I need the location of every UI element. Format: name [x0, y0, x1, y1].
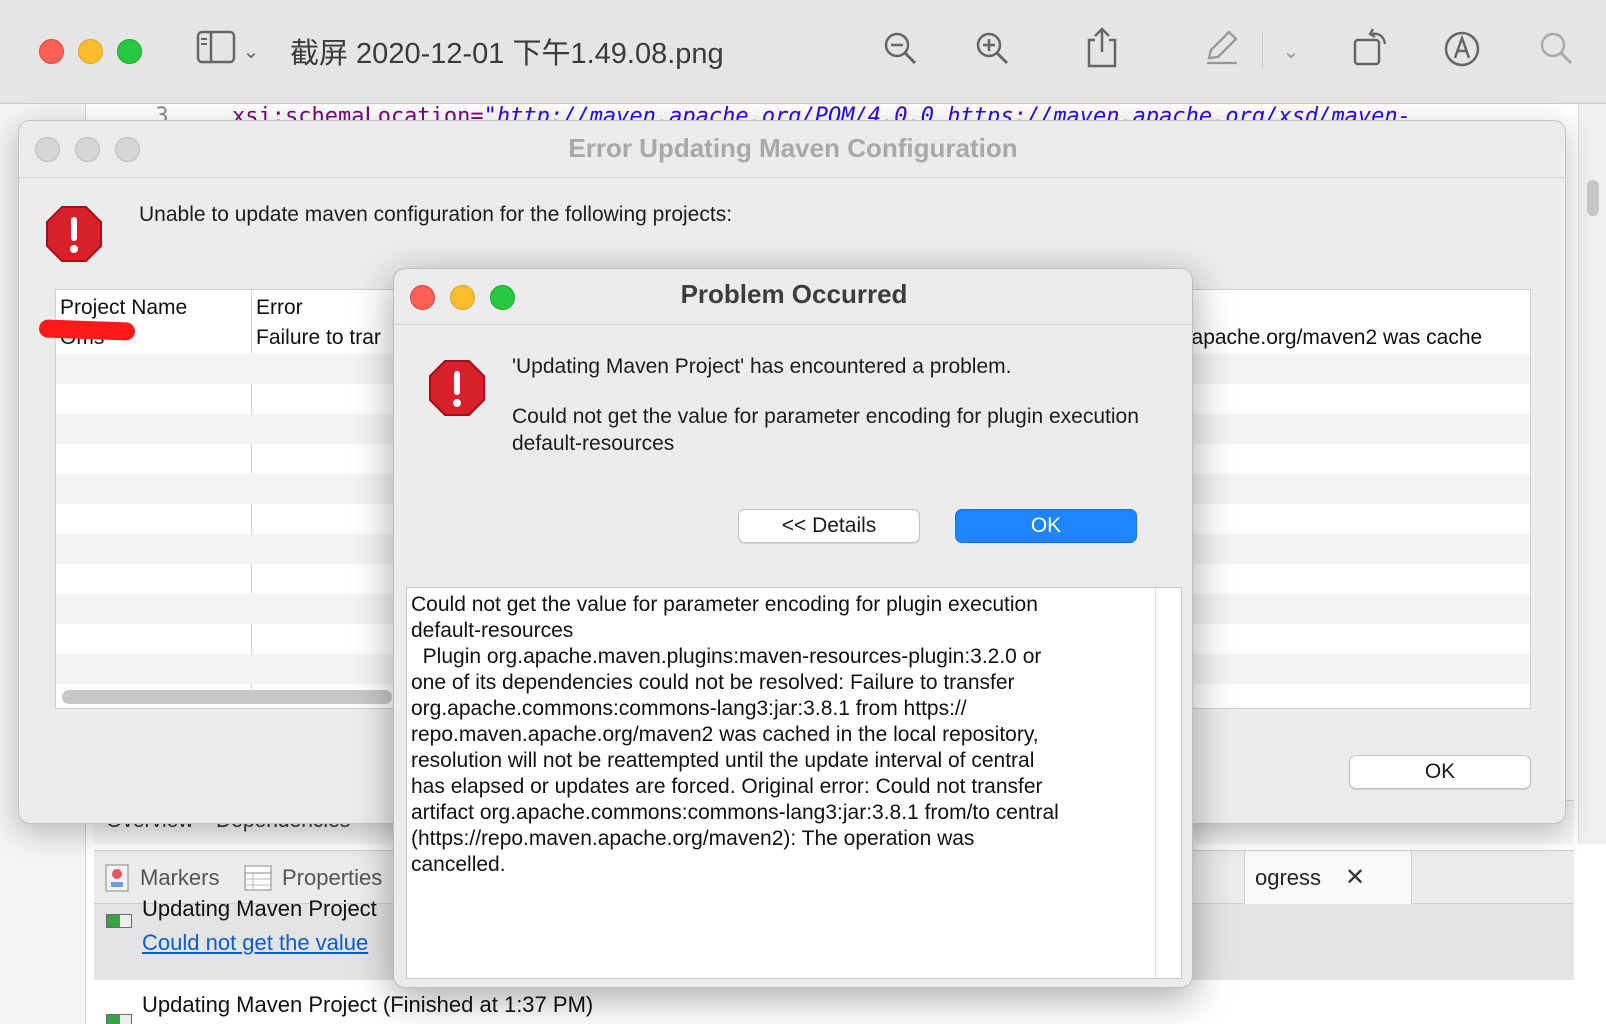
dialog-title: Error Updating Maven Configuration — [568, 133, 1018, 163]
markup-pen-icon[interactable] — [1200, 28, 1244, 72]
tab-markers[interactable]: Markers — [140, 865, 219, 891]
details-scrollbar-track[interactable] — [1155, 588, 1156, 978]
markers-icon — [104, 863, 132, 893]
error-cell: Failure to trar — [256, 326, 381, 349]
redaction-mark — [38, 319, 136, 341]
document-title: 截屏 2020-12-01 下午1.49.08.png — [290, 38, 724, 70]
preview-titlebar: ⌄ 截屏 2020-12-01 下午1.49.08.png ⌄ — [0, 0, 1606, 104]
progress-item-title: Updating Maven Project — [142, 896, 377, 921]
problem-summary: Could not get the value for parameter en… — [512, 405, 1139, 455]
scrollbar-thumb[interactable] — [1587, 180, 1599, 216]
ok-button[interactable]: OK — [955, 509, 1137, 543]
chevron-down-icon[interactable]: ⌄ — [1280, 32, 1302, 76]
progress-item-title: Updating Maven Project (Finished at 1:37… — [142, 992, 594, 1017]
progress-item-link[interactable]: Could not get the value — [142, 930, 368, 956]
tab-properties[interactable]: Properties — [282, 865, 382, 891]
title-separator — [19, 177, 1567, 178]
dialog-title: Problem Occurred — [680, 279, 908, 309]
zoom-out-icon[interactable] — [878, 30, 922, 74]
error-cell-end: n.apache.org/maven2 was cache — [1174, 326, 1483, 349]
ok-button[interactable]: OK — [1349, 755, 1531, 789]
title-separator — [394, 324, 1194, 325]
progress-icon — [106, 1014, 132, 1024]
problem-headline: 'Updating Maven Project' has encountered… — [512, 355, 1012, 378]
rotate-icon[interactable] — [1348, 28, 1392, 72]
zoom-window-button[interactable] — [117, 39, 142, 64]
chevron-down-icon[interactable]: ⌄ — [240, 32, 262, 76]
close-icon[interactable]: ✕ — [1345, 863, 1365, 892]
details-textarea[interactable]: Could not get the value for parameter en… — [406, 587, 1182, 979]
error-icon — [45, 205, 103, 263]
details-button[interactable]: << Details — [738, 509, 920, 543]
properties-icon — [244, 865, 272, 891]
table-horizontal-scrollbar[interactable] — [62, 690, 392, 704]
tab-progress-label: ogress — [1255, 865, 1322, 890]
problem-occurred-dialog: Problem Occurred 'Updating Maven Project… — [393, 268, 1194, 988]
sidebar-icon[interactable] — [194, 30, 238, 74]
details-text: Could not get the value for parameter en… — [411, 593, 1059, 876]
annotate-icon[interactable] — [1440, 30, 1484, 74]
column-header-project-name[interactable]: Project Name — [60, 296, 187, 320]
dialog-message: Unable to update maven configuration for… — [139, 203, 733, 226]
search-icon[interactable] — [1534, 30, 1578, 74]
error-icon — [428, 359, 486, 417]
zoom-in-icon[interactable] — [970, 30, 1014, 74]
progress-icon — [106, 914, 132, 928]
editor-vertical-scrollbar[interactable] — [1578, 104, 1606, 844]
minimize-window-button[interactable] — [78, 39, 103, 64]
close-window-button[interactable] — [39, 39, 64, 64]
share-icon[interactable] — [1080, 26, 1124, 70]
toolbar-divider — [1262, 32, 1263, 70]
column-header-error[interactable]: Error — [256, 296, 303, 320]
tab-progress[interactable]: ogress ✕ — [1244, 851, 1412, 905]
